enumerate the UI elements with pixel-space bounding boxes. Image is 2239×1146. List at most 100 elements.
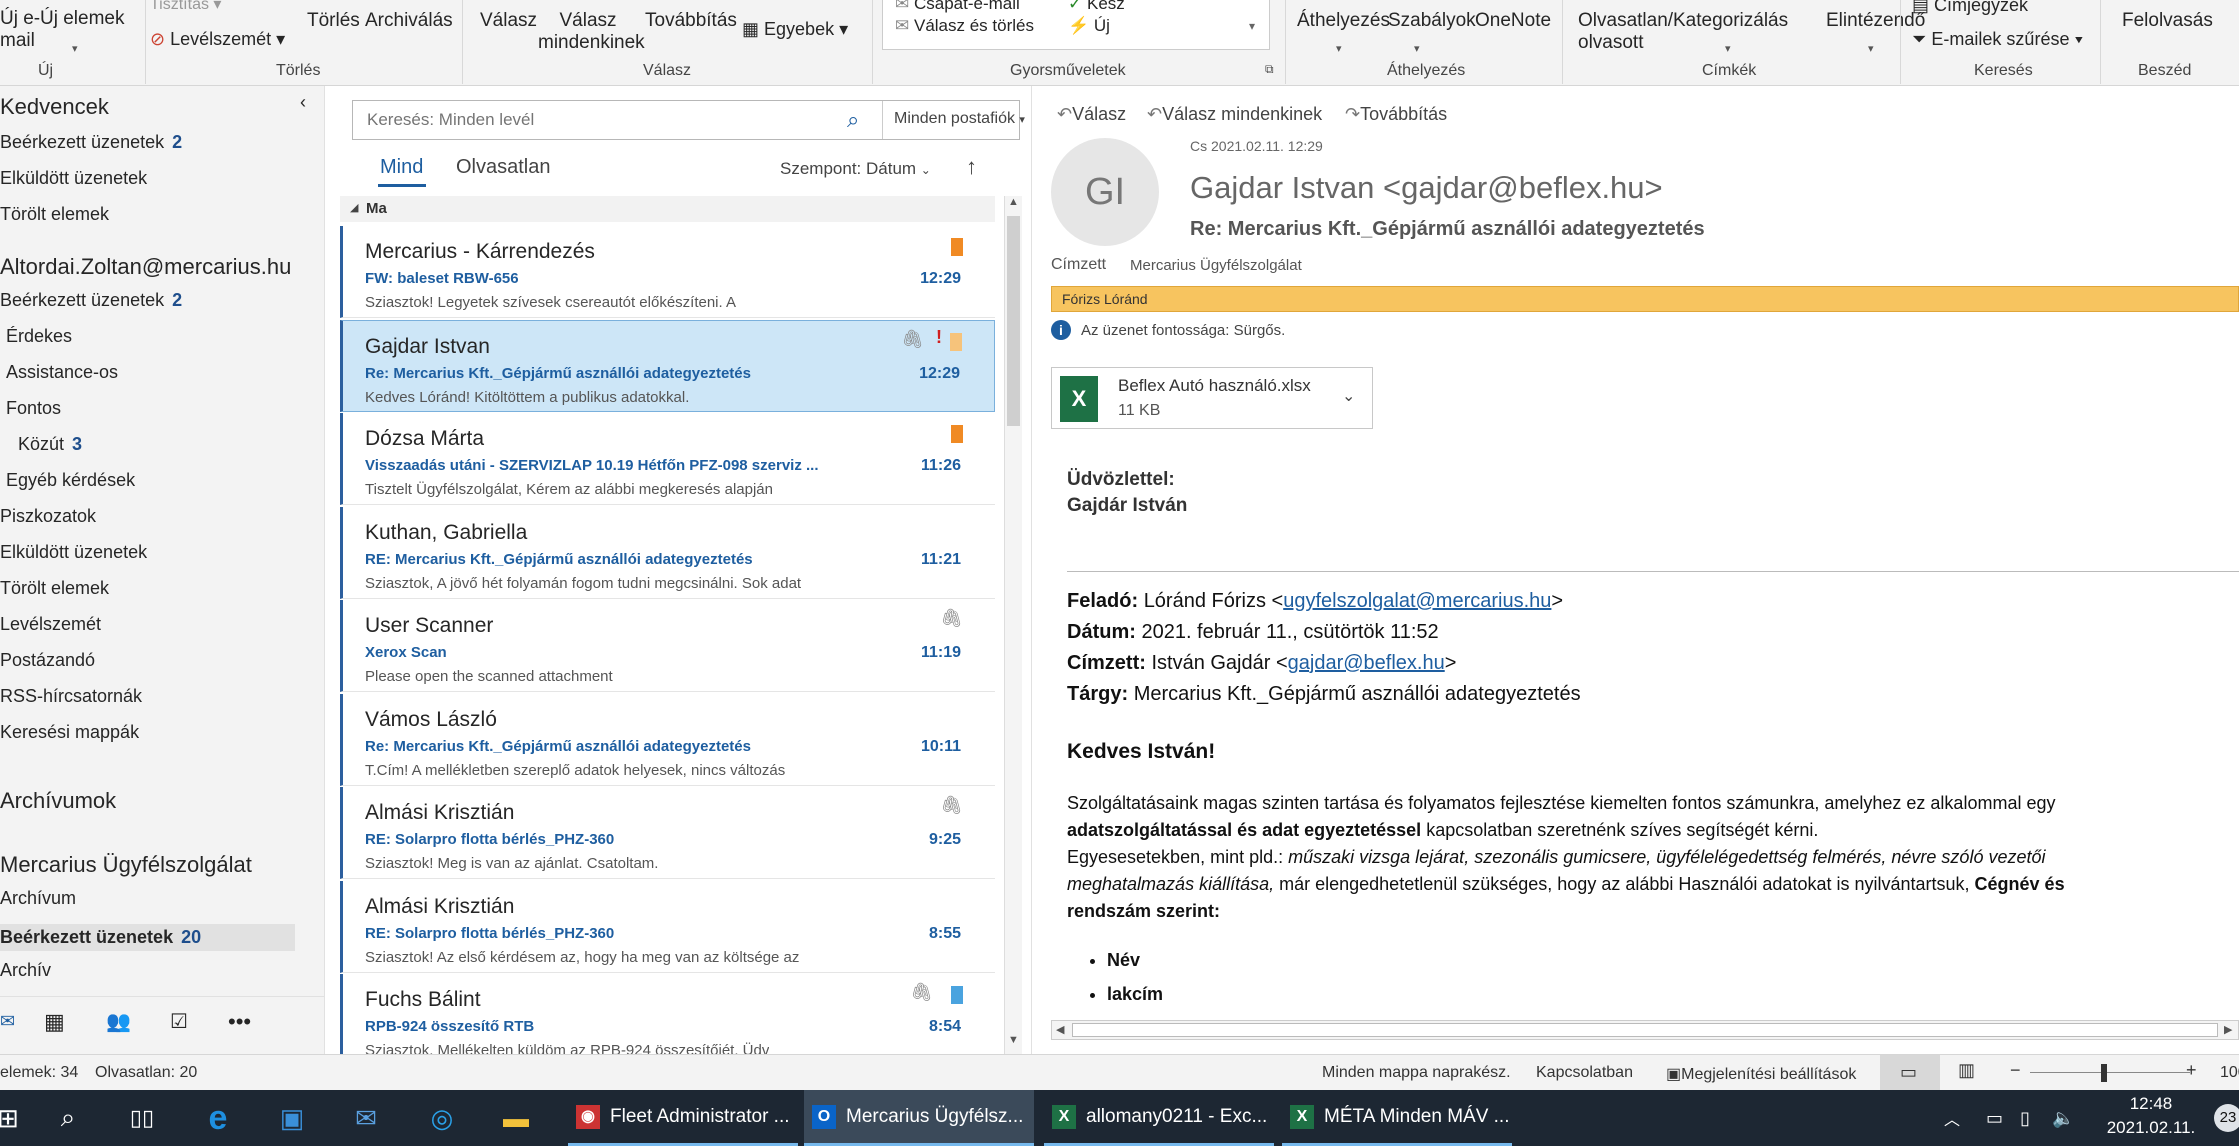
shared-mailbox-header[interactable]: Mercarius Ügyfélszolgálat <box>0 852 252 878</box>
notification-badge[interactable]: 23 <box>2214 1104 2239 1132</box>
to-email-link[interactable]: gajdar@beflex.hu <box>1288 652 1445 674</box>
folder-item[interactable]: Postázandó <box>0 650 103 671</box>
taskbar-app-button[interactable]: X MÉTA Minden MÁV ... <box>1282 1090 1512 1146</box>
scrollbar-thumb[interactable] <box>1007 216 1020 426</box>
delete-button[interactable]: Törlés <box>307 10 360 32</box>
task-view-icon[interactable]: ▯▯ <box>124 1100 160 1136</box>
junk-button[interactable]: ⊘ Levélszemét ▾ <box>150 28 285 50</box>
taskbar-app-button[interactable]: O Mercarius Ügyfélsz... <box>804 1090 1034 1146</box>
folder-item[interactable]: Közút 3 <box>18 434 82 455</box>
sender-name[interactable]: Gajdar Istvan <gajdar@beflex.hu> <box>1190 170 1663 206</box>
favorites-header[interactable]: Kedvencek <box>0 94 109 120</box>
gallery-scroll-icon[interactable]: ▾ <box>1249 15 1255 37</box>
attachment-card[interactable]: X Beflex Autó használó.xlsx 11 KB ⌄ <box>1051 367 1373 429</box>
folder-item[interactable]: Levélszemét <box>0 614 109 635</box>
new-email-label[interactable]: Új e- <box>0 8 40 30</box>
zoom-slider[interactable] <box>2030 1072 2190 1073</box>
network-icon[interactable]: ▭ <box>1986 1090 2003 1146</box>
message-item[interactable]: Gajdar Istvan Re: Mercarius Kft._Gépjármű… <box>340 319 995 412</box>
qs-done[interactable]: ✓ Kész <box>1068 0 1125 15</box>
category-flag-icon[interactable] <box>951 425 963 443</box>
new-items-button[interactable]: Új elemek <box>40 8 124 30</box>
volume-icon[interactable]: 🔈 <box>2052 1090 2074 1146</box>
reply-button[interactable]: ↶Válasz <box>1057 104 1126 125</box>
reply-button[interactable]: Válasz <box>480 10 537 32</box>
message-item[interactable]: Dózsa Márta Visszaadás utáni - SZERVIZLAP… <box>340 413 995 505</box>
calendar-icon[interactable]: ▦ <box>44 1009 65 1035</box>
account-header[interactable]: Altordai.Zoltan@mercarius.hu <box>0 254 291 280</box>
reply-all-button[interactable]: ↶Válasz mindenkinek <box>1147 104 1322 125</box>
folder-item[interactable]: Assistance-os <box>6 362 126 383</box>
message-item[interactable]: Mercarius - Kárrendezés FW: baleset RBW-6… <box>340 226 995 318</box>
folder-item[interactable]: Egyéb kérdések <box>6 470 143 491</box>
people-icon[interactable]: 👥 <box>106 1009 131 1034</box>
zoom-out-button[interactable]: − <box>2010 1060 2021 1081</box>
forward-button[interactable]: Továbbítás <box>645 10 737 32</box>
chevron-down-icon[interactable]: ⌄ <box>1342 386 1355 406</box>
to-recipient[interactable]: Mercarius Ügyfélszolgálat <box>1130 257 1302 274</box>
followup-button[interactable]: Elintézendő <box>1826 10 1925 32</box>
new-email-label-2[interactable]: mail <box>0 30 35 52</box>
taskbar-app-button[interactable]: ◉ Fleet Administrator ... <box>568 1090 798 1146</box>
archives-header[interactable]: Archívumok <box>0 788 116 814</box>
reading-view-icon[interactable]: ▥ <box>1958 1060 1975 1081</box>
folder-item[interactable]: Piszkozatok <box>0 506 104 527</box>
folder-item[interactable]: Beérkezett üzenetek 2 <box>0 290 182 311</box>
folder-item[interactable]: Törölt elemek <box>0 578 117 599</box>
message-item[interactable]: Almási Krisztián RE: Solarpro flotta bérl… <box>340 880 995 973</box>
folder-item[interactable]: Törölt elemek <box>0 204 117 225</box>
reply-all-button[interactable]: Válasz mindenkinek <box>538 10 645 54</box>
zoom-slider-thumb[interactable] <box>2101 1064 2107 1082</box>
start-icon[interactable]: ⊞ <box>0 1100 26 1136</box>
more-respond-button[interactable]: ▦ Egyebek ▾ <box>742 18 848 40</box>
folder-item[interactable]: Keresési mappák <box>0 722 147 743</box>
read-aloud-button[interactable]: Felolvasás <box>2122 10 2213 32</box>
message-item[interactable]: Vámos László Re: Mercarius Kft._Gépjármű … <box>340 693 995 786</box>
tray-chevron-icon[interactable]: ︿ <box>1944 1090 1960 1146</box>
category-flag-icon[interactable] <box>951 986 963 1004</box>
more-apps-icon[interactable]: ••• <box>228 1009 251 1035</box>
from-email-link[interactable]: ugyfelszolgalat@mercarius.hu <box>1283 590 1551 612</box>
zoom-in-button[interactable]: + <box>2186 1060 2197 1081</box>
qs-reply-delete[interactable]: ✉ Válasz és törlés <box>895 15 1034 37</box>
folder-item[interactable]: Archív <box>0 960 59 981</box>
onenote-button[interactable]: OneNote <box>1475 10 1551 32</box>
rules-button[interactable]: Szabályok <box>1388 10 1476 32</box>
folder-item[interactable]: Fontos <box>6 398 69 419</box>
category-flag-icon[interactable] <box>951 238 963 256</box>
message-item[interactable]: User Scanner Xerox Scan Please open the sc… <box>340 600 995 692</box>
scrollbar-thumb[interactable] <box>1072 1023 2218 1037</box>
folder-item[interactable]: Érdekes <box>6 326 80 347</box>
category-flag-icon[interactable] <box>950 332 962 351</box>
browser-icon[interactable]: ◎ <box>424 1100 460 1136</box>
message-item[interactable]: Fuchs Bálint RPB-924 összesítő RTB Sziaszt… <box>340 974 995 1054</box>
message-item[interactable]: Almási Krisztián RE: Solarpro flotta bérl… <box>340 787 995 879</box>
dialog-launcher-icon[interactable]: ⧉ <box>1265 62 1274 77</box>
collapse-chevron-icon[interactable]: ‹ <box>300 92 306 113</box>
mail-app-icon[interactable]: ✉ <box>348 1100 384 1136</box>
edge-icon[interactable]: e <box>200 1099 236 1137</box>
taskbar-app-button[interactable]: Xallomany0211 - Exc... <box>1044 1090 1274 1146</box>
folder-item[interactable]: Archívum <box>0 888 84 909</box>
search-icon[interactable]: ⌕ <box>50 1100 86 1136</box>
folder-item[interactable]: Elküldött üzenetek <box>0 168 155 189</box>
list-scrollbar[interactable]: ▲ ▼ <box>1004 196 1022 1054</box>
store-icon[interactable]: ▣ <box>274 1100 310 1136</box>
folder-item[interactable]: Elküldött üzenetek <box>0 542 155 563</box>
qs-team-email[interactable]: ✉ Csapat-e-mail <box>895 0 1020 15</box>
file-explorer-icon[interactable]: ▬ <box>498 1100 534 1136</box>
categorize-button[interactable]: Kategorizálás <box>1673 10 1788 32</box>
display-settings-button[interactable]: ▣Megjelenítési beállítások <box>1666 1064 1856 1084</box>
move-button[interactable]: Áthelyezés <box>1297 10 1390 32</box>
filter-email-button[interactable]: ⏷ E-mailek szűrése ▾ <box>1912 28 2083 50</box>
battery-icon[interactable]: ▯ <box>2020 1090 2030 1146</box>
mail-icon[interactable]: ✉ <box>0 1011 15 1032</box>
forward-button[interactable]: ↷Továbbítás <box>1345 104 1447 125</box>
tasks-icon[interactable]: ☑ <box>170 1009 188 1034</box>
folder-item[interactable]: Beérkezett üzenetek 20 <box>0 924 295 951</box>
message-item[interactable]: Kuthan, Gabriella RE: Mercarius Kft._Gépj… <box>340 506 995 599</box>
clock[interactable]: 12:48 2021.02.11. <box>2086 1094 2216 1142</box>
qs-new[interactable]: ⚡ Új <box>1068 15 1110 37</box>
folder-item[interactable]: Beérkezett üzenetek 2 <box>0 132 182 153</box>
archive-button[interactable]: Archiválás <box>365 10 453 32</box>
